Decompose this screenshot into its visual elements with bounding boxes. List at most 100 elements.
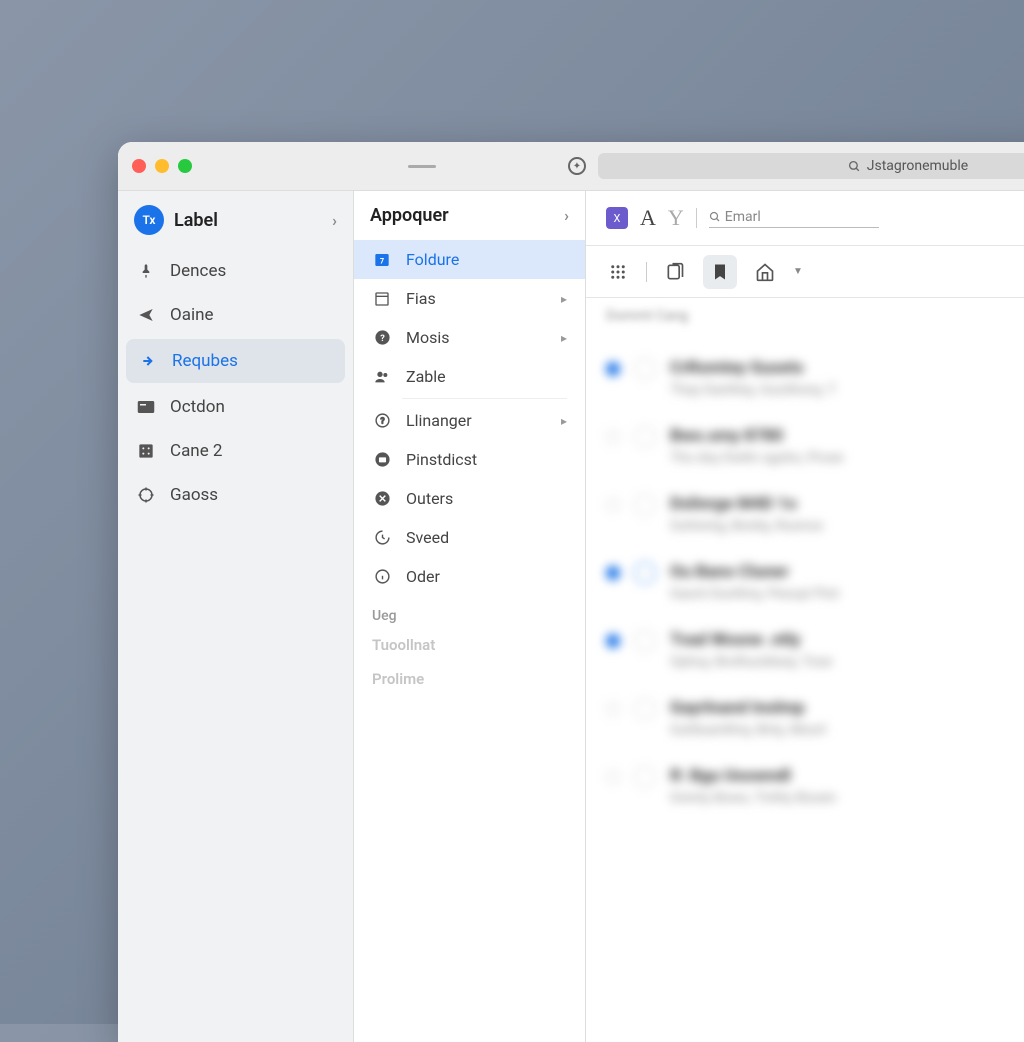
home-icon[interactable]	[753, 260, 777, 284]
select-ring-icon[interactable]	[634, 630, 656, 652]
sidebar-item-label: Dences	[170, 261, 226, 281]
help-circle-icon: ?	[372, 412, 392, 429]
content-toolbar: ▼	[586, 246, 1024, 298]
message-row[interactable]: Gayrlnand Inolmp Guhbuenlhny, Bnty, Moor…	[606, 684, 1024, 752]
folder-item-pinstdicst[interactable]: Pinstdicst	[354, 440, 585, 479]
close-window-button[interactable]	[132, 159, 146, 173]
sidebar-item-gaoss[interactable]: Gaoss	[118, 473, 353, 517]
folder-item-oder[interactable]: Oder	[354, 557, 585, 596]
select-ring-icon[interactable]	[634, 426, 656, 448]
svg-text:?: ?	[380, 416, 384, 426]
folder-item-mosis[interactable]: ? Mosis ▸	[354, 318, 585, 357]
panel-header[interactable]: Appoquer ›	[354, 191, 585, 240]
caret-right-icon: ▸	[561, 414, 567, 428]
folder-item-llinanger[interactable]: ? Llinanger ▸	[354, 401, 585, 440]
traffic-lights	[132, 159, 192, 173]
search-icon	[848, 160, 861, 173]
select-ring-icon[interactable]	[634, 562, 656, 584]
message-row[interactable]: Bwo.smy 8780 Tho doy Dwltn sgoho, Prose	[606, 412, 1024, 480]
search-text: Jstagronemuble	[867, 158, 968, 174]
message-row[interactable]: Tvad Wosne .ntly Ophoy, Brolhuoldoey, To…	[606, 616, 1024, 684]
select-ring-icon[interactable]	[634, 698, 656, 720]
address-search-bar[interactable]: Jstagronemuble	[598, 153, 1024, 179]
folder-label: Llinanger	[406, 411, 472, 430]
message-preview: Tho doy Dwltn sgoho, Prose	[670, 450, 843, 466]
message-preview: Gaont Dunthny, Peouyt Piot	[670, 586, 839, 602]
message-preview: Guhbuenlhny, Bnty, Moorl	[670, 722, 826, 738]
select-ring-icon[interactable]	[634, 494, 656, 516]
font-a-icon[interactable]: A	[640, 205, 656, 231]
dropdown-caret-icon[interactable]: ▼	[793, 266, 803, 277]
divider	[646, 262, 647, 282]
sidebar-item-dences[interactable]: Dences	[118, 249, 353, 293]
message-row[interactable]: R: Bgu Uoowndl Grenty Bows, Tinthy Booen	[606, 752, 1024, 820]
app-window: ✦ Jstagronemuble Tx Label › Dences	[118, 142, 1024, 1042]
maximize-window-button[interactable]	[178, 159, 192, 173]
message-title: Bwo.smy 8780	[670, 426, 843, 446]
message-title: R: Bgu Uoowndl	[670, 766, 836, 786]
speed-icon	[372, 529, 392, 546]
unread-dot-icon	[606, 566, 620, 580]
folder-item-zable[interactable]: Zable	[354, 357, 585, 396]
divider-line	[408, 165, 436, 168]
account-avatar-icon: Tx	[134, 205, 164, 235]
sidebar-item-cane2[interactable]: Cane 2	[118, 429, 353, 473]
message-preview: Grenty Bows, Tinthy Booen	[670, 790, 836, 806]
message-preview: Gohining, Bonby, Ruonos	[670, 518, 823, 534]
sidebar-item-label: Oaine	[170, 305, 213, 325]
font-y-icon[interactable]: Y	[668, 205, 684, 231]
folder-item-outers[interactable]: Outers	[354, 479, 585, 518]
message-preview: Ophoy, Brolhuoldoey, Tose	[670, 654, 832, 670]
titlebar: ✦ Jstagronemuble	[118, 142, 1024, 191]
message-row[interactable]: CrRomtey Gusets Thay Danthey, Gozithony,…	[606, 344, 1024, 412]
email-search-input[interactable]: Emarl	[709, 209, 879, 228]
copy-icon[interactable]	[663, 260, 687, 284]
xa-badge-icon[interactable]: X	[606, 207, 628, 229]
message-list: CrRomtey Gusets Thay Danthey, Gozithony,…	[586, 334, 1024, 830]
message-title: Ou Bano Cluner	[670, 562, 839, 582]
sidebar: Tx Label › Dences Oaine Requbes Octdon	[118, 191, 354, 1042]
sidebar-item-octdon[interactable]: Octdon	[118, 385, 353, 429]
content-pane: X A Y Emarl ▼ Dommt Cang Cr	[586, 191, 1024, 1042]
caret-right-icon: ▸	[561, 292, 567, 306]
apps-grid-icon[interactable]	[606, 260, 630, 284]
folder-label: Oder	[406, 567, 440, 586]
search-icon	[709, 211, 721, 223]
sidebar-item-label: Cane 2	[170, 441, 223, 461]
select-ring-icon[interactable]	[634, 766, 656, 788]
folder-label: Zable	[406, 367, 446, 386]
folder-label: Outers	[406, 489, 453, 508]
panel-title: Appoquer	[370, 205, 449, 226]
message-title: CrRomtey Gusets	[670, 358, 836, 378]
sidebar-item-label: Octdon	[170, 397, 225, 417]
compass-icon[interactable]: ✦	[568, 157, 586, 175]
folder-item-sveed[interactable]: Sveed	[354, 518, 585, 557]
send-icon	[136, 307, 156, 323]
chevron-right-icon: ›	[332, 211, 337, 230]
unread-dot-icon	[606, 770, 620, 784]
minimize-window-button[interactable]	[155, 159, 169, 173]
bookmark-icon[interactable]	[703, 255, 737, 289]
folder-label: Mosis	[406, 328, 450, 347]
folder-item-foldure[interactable]: 7 Foldure	[354, 240, 585, 279]
grid-icon	[136, 443, 156, 459]
unread-dot-icon	[606, 362, 620, 376]
message-row[interactable]: Dslinrge M4D 1o Gohining, Bonby, Ruonos	[606, 480, 1024, 548]
folder-panel: Appoquer › 7 Foldure Fias ▸ ? Mosis ▸ Za…	[354, 191, 586, 1042]
message-row[interactable]: Ou Bano Cluner Gaont Dunthny, Peouyt Pio…	[606, 548, 1024, 616]
folder-item-fias[interactable]: Fias ▸	[354, 279, 585, 318]
pin-icon	[136, 262, 156, 280]
select-ring-icon[interactable]	[634, 358, 656, 380]
sidebar-item-requbes[interactable]: Requbes	[126, 339, 345, 383]
help-circle-icon: ?	[372, 329, 392, 346]
divider	[696, 208, 697, 228]
sidebar-item-oaine[interactable]: Oaine	[118, 293, 353, 337]
x-circle-icon	[372, 490, 392, 507]
people-icon	[372, 369, 392, 385]
message-title: Gayrlnand Inolmp	[670, 698, 826, 718]
caret-right-icon: ▸	[561, 331, 567, 345]
unread-dot-icon	[606, 634, 620, 648]
calendar-icon: 7	[372, 252, 392, 268]
sidebar-header[interactable]: Tx Label ›	[118, 191, 353, 249]
arrow-icon	[138, 353, 158, 369]
